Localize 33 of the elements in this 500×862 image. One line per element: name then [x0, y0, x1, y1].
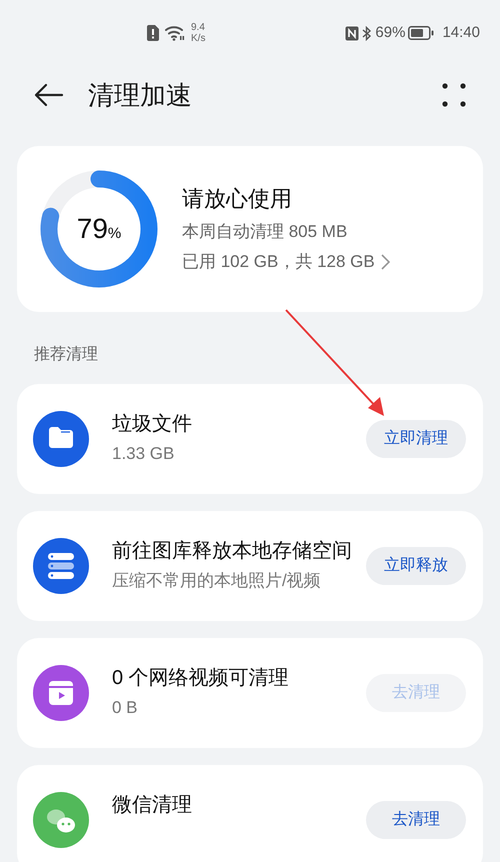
battery-icon [408, 26, 434, 40]
more-options-icon[interactable] [442, 83, 466, 107]
action-button[interactable]: 去清理 [366, 801, 466, 839]
storage-card[interactable]: 79% 请放心使用 本周自动清理 805 MB 已用 102 GB，共 128 GB [17, 146, 483, 312]
battery-percent: 69% [375, 22, 406, 43]
storage-usage-text: 已用 102 GB，共 128 GB [182, 251, 375, 273]
back-arrow-icon[interactable] [34, 83, 64, 107]
network-speed-value: 9.4 [191, 22, 206, 33]
item-title: 0 个网络视频可清理 [112, 666, 290, 691]
chat-bubbles-icon [33, 792, 89, 848]
clock: 14:40 [442, 22, 480, 43]
nfc-icon [345, 26, 360, 40]
storage-percent: 79% [76, 212, 122, 246]
network-speed-unit: K/s [191, 33, 206, 44]
clapperboard-play-icon [33, 665, 89, 721]
section-title: 推荐清理 [34, 344, 98, 365]
sim-alert-icon [147, 25, 159, 41]
chevron-right-icon [380, 254, 390, 270]
item-title: 前往图库释放本地存储空间 [112, 539, 352, 564]
item-title: 微信清理 [112, 793, 193, 818]
weekly-cleanup-text: 本周自动清理 805 MB [182, 221, 348, 243]
folder-icon [33, 411, 89, 467]
item-subtitle: 压缩不常用的本地照片/视频 [112, 570, 322, 592]
action-button[interactable]: 立即释放 [366, 547, 466, 585]
item-subtitle: 0 B [112, 697, 139, 719]
item-title: 垃圾文件 [112, 412, 193, 437]
action-button[interactable]: 立即清理 [366, 420, 466, 458]
storage-status-title: 请放心使用 [182, 185, 293, 213]
bluetooth-icon [362, 26, 372, 40]
item-subtitle: 1.33 GB [112, 443, 176, 465]
wifi-icon [165, 25, 185, 41]
stacked-layers-icon [33, 538, 89, 594]
page-title: 清理加速 [88, 78, 192, 112]
